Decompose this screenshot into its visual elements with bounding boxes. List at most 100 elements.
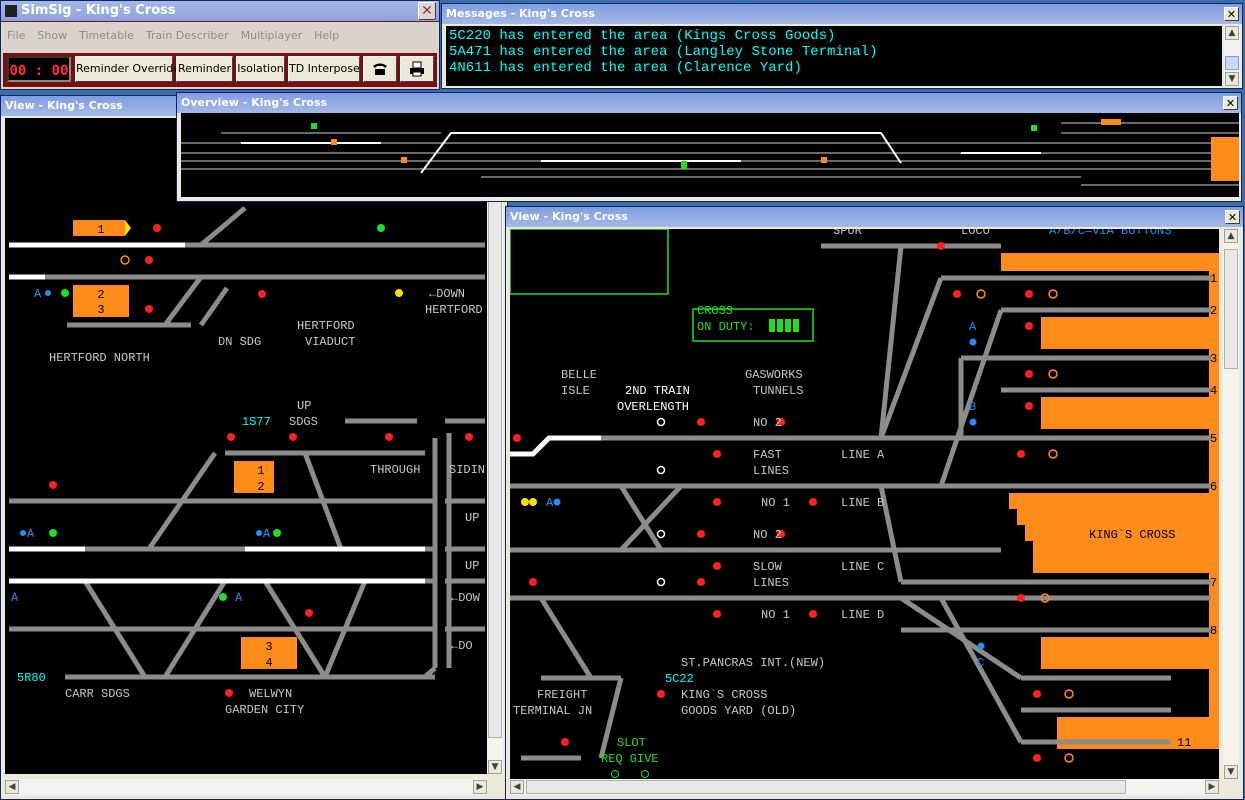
- menu-file[interactable]: File: [7, 29, 25, 42]
- train-headcode[interactable]: 1S77: [242, 415, 271, 429]
- signal-head[interactable]: [153, 224, 161, 232]
- via-label[interactable]: A: [969, 320, 977, 334]
- reminder-override-button[interactable]: Reminder Override: [75, 56, 180, 82]
- left-vscrollbar[interactable]: ▲ ▼: [487, 118, 503, 774]
- signal-head[interactable]: [529, 578, 537, 586]
- signal-head[interactable]: [713, 450, 721, 458]
- train-headcode[interactable]: 5R80: [17, 671, 46, 685]
- signal-head[interactable]: [713, 562, 721, 570]
- scroll-down-button[interactable]: ▼: [488, 760, 502, 774]
- signal-head[interactable]: [145, 305, 153, 313]
- menu-timetable[interactable]: Timetable: [79, 29, 134, 42]
- menu-show[interactable]: Show: [37, 29, 67, 42]
- overview-titlebar[interactable]: Overview - King's Cross: [177, 93, 1241, 113]
- menu-multiplayer[interactable]: Multiplayer: [241, 29, 302, 42]
- location-label: ←DOW: [451, 591, 481, 605]
- clock-display[interactable]: 00 : 00: [7, 56, 71, 82]
- telephone-button[interactable]: [363, 56, 397, 82]
- scroll-thumb[interactable]: [1225, 56, 1239, 70]
- location-label: ST.PANCRAS INT.(NEW): [681, 656, 825, 670]
- td-interpose-button[interactable]: TD Interpose: [288, 56, 360, 82]
- main-titlebar[interactable]: SimSig - King's Cross: [1, 1, 439, 21]
- signal-head[interactable]: [1025, 402, 1033, 410]
- via-label[interactable]: C: [977, 656, 984, 670]
- signal-head[interactable]: [49, 481, 57, 489]
- signal-head[interactable]: [120, 255, 130, 265]
- signal-head[interactable]: [227, 433, 235, 441]
- scroll-right-button[interactable]: ▶: [473, 780, 487, 794]
- signal-head[interactable]: [937, 242, 945, 250]
- signal-head[interactable]: [1017, 594, 1025, 602]
- signal-head[interactable]: [809, 610, 817, 618]
- scroll-right-button[interactable]: ▶: [1205, 780, 1219, 794]
- signal-head[interactable]: [713, 498, 721, 506]
- overview-canvas[interactable]: [181, 113, 1239, 197]
- left-view-canvas[interactable]: 1 2 3 1 2 3 4 HERTFORD NORTH DN SDG HERT…: [5, 118, 487, 774]
- signal-head[interactable]: [513, 434, 521, 442]
- via-label: A: [34, 287, 42, 301]
- signal-head[interactable]: [697, 418, 705, 426]
- scroll-left-button[interactable]: ◀: [5, 780, 19, 794]
- signal-head[interactable]: [377, 224, 385, 232]
- messages-scrollbar[interactable]: ▲ ▼: [1224, 26, 1240, 86]
- td-berth[interactable]: [234, 461, 274, 493]
- location-label: LINE C: [841, 560, 884, 574]
- signal-head[interactable]: [953, 290, 961, 298]
- scroll-up-button[interactable]: ▲: [1224, 229, 1238, 243]
- signal-head[interactable]: [713, 610, 721, 618]
- via-label[interactable]: A: [546, 496, 554, 510]
- signal-head[interactable]: [1033, 754, 1041, 762]
- messages-titlebar[interactable]: Messages - King's Cross: [442, 4, 1242, 24]
- overview-title: Overview - King's Cross: [181, 96, 328, 109]
- signal-head[interactable]: [305, 609, 313, 617]
- signal-head[interactable]: [809, 498, 817, 506]
- menu-train-describer[interactable]: Train Describer: [146, 29, 229, 42]
- reminder-button[interactable]: Reminder: [176, 56, 233, 82]
- isolation-button[interactable]: Isolation: [236, 56, 285, 82]
- scroll-down-button[interactable]: ▼: [1225, 72, 1239, 86]
- signal-head[interactable]: [61, 289, 69, 297]
- signal-head[interactable]: [657, 690, 665, 698]
- signal-head[interactable]: [1025, 370, 1033, 378]
- panel-box: [510, 229, 669, 295]
- messages-close-button[interactable]: ✕: [1224, 7, 1239, 21]
- scroll-thumb[interactable]: [488, 138, 502, 738]
- overview-close-button[interactable]: ✕: [1223, 96, 1238, 110]
- signal-head[interactable]: [258, 290, 266, 298]
- train-headcode[interactable]: 5C22: [665, 672, 694, 686]
- signal-head[interactable]: [289, 433, 297, 441]
- signal-head[interactable]: [1025, 322, 1033, 330]
- scroll-thumb[interactable]: [1224, 249, 1238, 369]
- signal-head[interactable]: [561, 738, 569, 746]
- signal-head[interactable]: [395, 289, 403, 297]
- main-close-button[interactable]: ✕: [418, 2, 436, 20]
- via-label[interactable]: B: [969, 400, 976, 414]
- signal-head[interactable]: [219, 593, 227, 601]
- scroll-thumb[interactable]: [526, 780, 1126, 794]
- menu-help[interactable]: Help: [314, 29, 339, 42]
- right-view-titlebar[interactable]: View - King's Cross: [506, 207, 1243, 227]
- signal-head[interactable]: [1017, 450, 1025, 458]
- right-vscrollbar[interactable]: ▲ ▼: [1223, 229, 1239, 779]
- signal-head[interactable]: [273, 529, 281, 537]
- signal-head[interactable]: [145, 256, 153, 264]
- signal-head[interactable]: [49, 529, 57, 537]
- signal-head[interactable]: [385, 433, 393, 441]
- signal-head[interactable]: [697, 578, 705, 586]
- signal-head[interactable]: [1025, 290, 1033, 298]
- left-hscrollbar[interactable]: ◀ ▶: [5, 779, 487, 795]
- signal-head[interactable]: [225, 689, 233, 697]
- signal-head[interactable]: [1033, 690, 1041, 698]
- right-view-canvas[interactable]: SPUR LOCO BELLE ISLE GASWORKS TUNNELS NO…: [510, 229, 1219, 779]
- right-view-close-button[interactable]: ✕: [1225, 210, 1240, 224]
- print-button[interactable]: [400, 56, 434, 82]
- signal-head[interactable]: [697, 530, 705, 538]
- right-hscrollbar[interactable]: ◀ ▶: [510, 779, 1219, 795]
- right-view-title: View - King's Cross: [510, 210, 628, 223]
- scroll-left-button[interactable]: ◀: [510, 780, 524, 794]
- location-label: SPUR: [833, 229, 862, 238]
- signal-head[interactable]: [465, 433, 473, 441]
- scroll-down-button[interactable]: ▼: [1224, 765, 1238, 779]
- scroll-up-button[interactable]: ▲: [1225, 26, 1239, 40]
- location-label: HERTFORD NORTH: [49, 351, 150, 365]
